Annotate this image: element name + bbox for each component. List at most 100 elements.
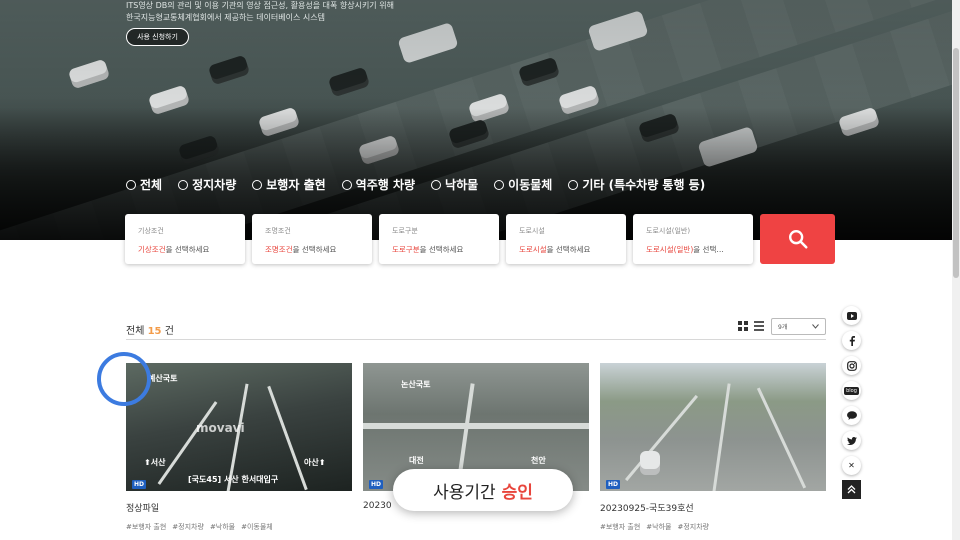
card-tags: #보행자 출현 #낙하물 #정지차량: [600, 522, 826, 532]
scroll-top-button[interactable]: [842, 480, 861, 499]
page: ITS영상 DB의 관리 및 이용 기관의 영상 접근성, 활용성을 대폭 향상…: [0, 0, 960, 540]
toast-accent-text: 승인: [501, 482, 533, 503]
facebook-icon[interactable]: [842, 331, 861, 350]
blog-label: blog: [844, 386, 859, 395]
field-hint-rest: 을 선택하세요: [419, 245, 464, 254]
field-hint: 기상조건을 선택하세요: [138, 244, 232, 255]
field-hint-key: 조명조건: [265, 245, 293, 254]
list-view-icon[interactable]: [754, 321, 764, 331]
scrollbar-thumb[interactable]: [953, 48, 959, 278]
blog-icon[interactable]: blog: [842, 381, 861, 400]
talk-icon[interactable]: [842, 406, 861, 425]
field-label: 조명조건: [265, 227, 291, 235]
camera-label: 예산국토: [148, 374, 178, 383]
hd-badge: HD: [132, 480, 147, 489]
field-label: 도로시설(일반): [646, 227, 691, 235]
card-title[interactable]: 정상파일: [126, 501, 352, 514]
filter-stopped-vehicle[interactable]: 정지차량: [178, 176, 236, 193]
filter-label: 전체: [140, 178, 163, 192]
filter-label: 기타 (특수차량 통행 등): [582, 178, 706, 192]
search-button[interactable]: [760, 214, 835, 264]
filter-label: 낙하물: [445, 178, 479, 192]
radio-icon[interactable]: [494, 179, 505, 190]
twitter-icon[interactable]: [842, 431, 861, 450]
page-size-select[interactable]: 9개: [771, 318, 826, 335]
tag[interactable]: #정지차량: [172, 522, 204, 532]
youtube-icon[interactable]: [842, 306, 861, 325]
road-facility-general-select[interactable]: 도로시설(일반) 도로시설(일반)을 선택…: [633, 214, 753, 264]
field-hint-key: 도로구분: [392, 245, 420, 254]
results-divider: [126, 339, 826, 340]
filter-pedestrian[interactable]: 보행자 출현: [252, 176, 326, 193]
search-icon: [788, 230, 808, 249]
result-count-prefix: 전체: [126, 326, 145, 337]
filter-moving-object[interactable]: 이동물체: [494, 176, 552, 193]
view-toggle: [738, 321, 764, 331]
field-label: 도로구분: [392, 227, 418, 235]
field-hint-rest: 을 선택하세요: [546, 245, 591, 254]
filter-falling-object[interactable]: 낙하물: [431, 176, 478, 193]
tag[interactable]: #정지차량: [677, 522, 709, 532]
field-hint-rest: 을 선택하세요: [292, 245, 337, 254]
road-marking: [157, 401, 218, 485]
event-filter-group: 전체 정지차량 보행자 출현 역주행 차량 낙하물 이동물체 기타 (특수차량 …: [126, 176, 705, 193]
card-title[interactable]: 20230925-국도39호선: [600, 501, 826, 514]
hero-desc-line: 한국지능형교통체계협회에서 제공하는 데이터베이스 시스템: [126, 13, 325, 22]
radio-icon[interactable]: [126, 179, 136, 190]
field-label: 도로시설: [519, 227, 545, 235]
tag[interactable]: #낙하물: [210, 522, 235, 532]
result-count-number: 15: [147, 326, 162, 337]
filter-other[interactable]: 기타 (특수차량 통행 등): [568, 176, 705, 193]
result-count: 전체 15 건: [126, 322, 174, 337]
result-count-suffix: 건: [164, 326, 174, 337]
hero-description: ITS영상 DB의 관리 및 이용 기관의 영상 접근성, 활용성을 대폭 향상…: [126, 0, 394, 24]
apply-button[interactable]: 사용 신청하기: [126, 28, 189, 46]
double-chevron-up-icon: [847, 485, 856, 494]
field-hint: 도로시설(일반)을 선택…: [646, 244, 740, 255]
filter-wrong-way[interactable]: 역주행 차량: [341, 176, 415, 193]
field-hint: 도로시설을 선택하세요: [519, 244, 613, 255]
weather-condition-select[interactable]: 기상조건 기상조건을 선택하세요: [125, 214, 245, 264]
card-tags: #보행자 출현 #정지차량 #낙하물 #이동물체: [126, 522, 352, 532]
video-card[interactable]: HD 20230925-국도39호선 #보행자 출현 #낙하물 #정지차량: [600, 363, 826, 532]
video-thumbnail[interactable]: HD: [600, 363, 826, 491]
direction-label: 대전: [409, 456, 424, 465]
direction-label: 아산⬆: [304, 458, 326, 467]
radio-icon[interactable]: [431, 179, 442, 190]
road-marking: [363, 423, 589, 429]
hero-desc-line: ITS영상 DB의 관리 및 이용 기관의 영상 접근성, 활용성을 대폭 향상…: [126, 1, 394, 10]
field-label: 기상조건: [138, 227, 164, 235]
grid-view-icon[interactable]: [738, 321, 748, 331]
page-scrollbar[interactable]: [952, 0, 960, 540]
camera-label: 논산국토: [401, 380, 431, 389]
cursor-highlight-ring: [97, 352, 151, 406]
radio-icon[interactable]: [568, 179, 579, 190]
search-condition-bar: 기상조건 기상조건을 선택하세요 조명조건 조명조건을 선택하세요 도로구분 도…: [125, 214, 835, 264]
instagram-icon[interactable]: [842, 356, 861, 375]
radio-icon[interactable]: [341, 179, 352, 190]
tag[interactable]: #낙하물: [646, 522, 671, 532]
watermark: movavi: [196, 421, 245, 435]
road-facility-select[interactable]: 도로시설 도로시설을 선택하세요: [506, 214, 626, 264]
lighting-condition-select[interactable]: 조명조건 조명조건을 선택하세요: [252, 214, 372, 264]
hero-banner: ITS영상 DB의 관리 및 이용 기관의 영상 접근성, 활용성을 대폭 향상…: [0, 0, 960, 240]
tag[interactable]: #보행자 출현: [600, 522, 640, 532]
direction-label: 천안: [531, 456, 546, 465]
field-hint-key: 도로시설(일반): [646, 245, 694, 254]
video-card[interactable]: 예산국토 movavi ⬆서산 아산⬆ [국도45] 서산 한서대입구 HD 정…: [126, 363, 352, 532]
road-type-select[interactable]: 도로구분 도로구분을 선택하세요: [379, 214, 499, 264]
tag[interactable]: #보행자 출현: [126, 522, 166, 532]
tag[interactable]: #이동물체: [241, 522, 273, 532]
notice-toast: 사용기간 승인: [393, 469, 573, 511]
field-hint: 도로구분을 선택하세요: [392, 244, 486, 255]
car: [640, 451, 660, 475]
field-hint-rest: 을 선택…: [693, 245, 724, 254]
video-thumbnail[interactable]: 예산국토 movavi ⬆서산 아산⬆ [국도45] 서산 한서대입구 HD: [126, 363, 352, 491]
filter-label: 보행자 출현: [266, 178, 326, 192]
radio-icon[interactable]: [252, 179, 263, 190]
toast-text: 사용기간: [433, 482, 496, 503]
close-icon[interactable]: ✕: [842, 456, 861, 475]
filter-all[interactable]: 전체: [126, 176, 162, 193]
radio-icon[interactable]: [178, 179, 189, 190]
chevron-down-icon: [812, 324, 819, 329]
